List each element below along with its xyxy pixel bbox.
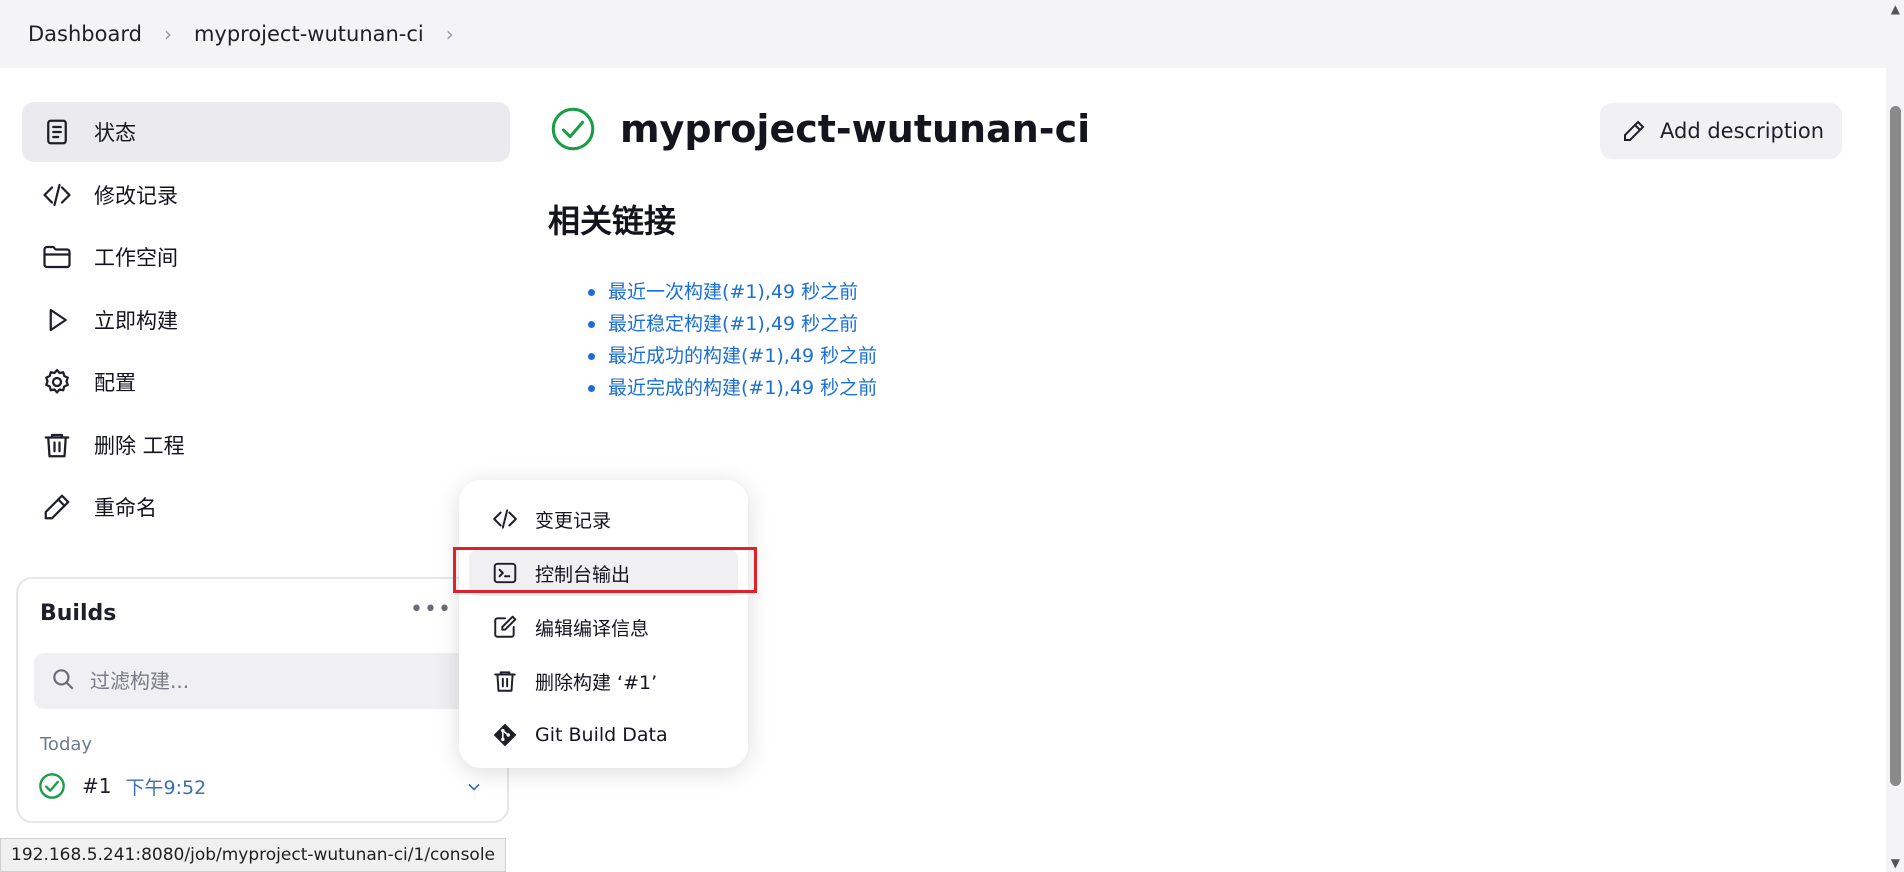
scroll-thumb[interactable] bbox=[1890, 106, 1901, 786]
git-icon bbox=[491, 721, 519, 749]
code-icon bbox=[40, 178, 74, 212]
list-item: 最近稳定构建(#1),49 秒之前 bbox=[587, 308, 877, 340]
build-number[interactable]: #1 bbox=[82, 774, 111, 798]
folder-icon bbox=[40, 240, 74, 274]
code-icon bbox=[491, 505, 519, 533]
scrollbar[interactable]: ▲ ▼ bbox=[1886, 0, 1904, 872]
list-item: 最近一次构建(#1),49 秒之前 bbox=[587, 276, 877, 308]
build-row[interactable]: #1 下午9:52 bbox=[38, 772, 206, 800]
breadcrumb-project[interactable]: myproject-wutunan-ci bbox=[194, 22, 424, 46]
build-group-label: Today bbox=[40, 734, 93, 755]
sidebar-item-label: 工作空间 bbox=[94, 246, 178, 270]
page-title: myproject-wutunan-ci bbox=[620, 107, 1091, 151]
menu-item-edit-build-info[interactable]: 编辑编译信息 bbox=[469, 604, 738, 650]
sidebar-item-workspace[interactable]: 工作空间 bbox=[22, 227, 510, 287]
build-time[interactable]: 下午9:52 bbox=[125, 773, 206, 800]
edit-icon bbox=[491, 613, 519, 641]
add-description-button[interactable]: Add description bbox=[1600, 103, 1842, 159]
build-context-menu: 变更记录 控制台输出 编辑编译信息 删除构建 ‘#1’ Git Build Da… bbox=[459, 480, 748, 768]
pencil-icon bbox=[40, 490, 74, 524]
menu-item-label: 控制台输出 bbox=[535, 563, 631, 586]
sidebar-item-label: 配置 bbox=[94, 371, 136, 395]
trash-icon bbox=[40, 428, 74, 462]
search-icon bbox=[50, 666, 76, 696]
link-last-successful-build[interactable]: 最近成功的构建(#1),49 秒之前 bbox=[608, 345, 877, 367]
link-last-stable-build[interactable]: 最近稳定构建(#1),49 秒之前 bbox=[608, 313, 858, 335]
pencil-icon bbox=[1624, 120, 1645, 141]
filter-box bbox=[34, 653, 494, 709]
breadcrumb-chevron-icon[interactable]: › bbox=[446, 22, 454, 46]
document-icon bbox=[40, 115, 74, 149]
menu-item-git-build-data[interactable]: Git Build Data bbox=[469, 712, 738, 758]
sidebar: 状态 修改记录 工作空间 立即构建 配置 删除 工程 重命名 bbox=[22, 102, 510, 540]
sidebar-item-label: 立即构建 bbox=[94, 308, 178, 333]
success-check-icon bbox=[39, 773, 65, 799]
related-links-list: 最近一次构建(#1),49 秒之前 最近稳定构建(#1),49 秒之前 最近成功… bbox=[587, 276, 877, 404]
terminal-icon bbox=[491, 559, 519, 587]
sidebar-item-label: 修改记录 bbox=[94, 183, 178, 208]
sidebar-item-build-now[interactable]: 立即构建 bbox=[22, 290, 510, 350]
trash-icon bbox=[491, 667, 519, 695]
menu-item-changes[interactable]: 变更记录 bbox=[469, 496, 738, 542]
filter-builds-input[interactable] bbox=[90, 669, 430, 693]
status-bar-url: 192.168.5.241:8080/job/myproject-wutunan… bbox=[0, 838, 507, 872]
play-icon bbox=[40, 303, 74, 337]
sidebar-item-delete-project[interactable]: 删除 工程 bbox=[22, 415, 510, 475]
menu-item-label: 编辑编译信息 bbox=[535, 617, 650, 640]
sidebar-item-label: 状态 bbox=[94, 121, 136, 145]
link-last-completed-build[interactable]: 最近完成的构建(#1),49 秒之前 bbox=[608, 377, 877, 399]
sidebar-item-label: 删除 工程 bbox=[94, 433, 185, 458]
menu-item-delete-build[interactable]: 删除构建 ‘#1’ bbox=[469, 658, 738, 704]
scroll-up-arrow-icon[interactable]: ▲ bbox=[1891, 2, 1900, 16]
sidebar-item-changes[interactable]: 修改记录 bbox=[22, 165, 510, 225]
sidebar-item-status[interactable]: 状态 bbox=[22, 102, 510, 162]
list-item: 最近成功的构建(#1),49 秒之前 bbox=[587, 340, 877, 372]
chevron-down-icon[interactable] bbox=[464, 777, 484, 797]
list-item: 最近完成的构建(#1),49 秒之前 bbox=[587, 372, 877, 404]
scroll-down-arrow-icon[interactable]: ▼ bbox=[1891, 856, 1900, 870]
sidebar-item-rename[interactable]: 重命名 bbox=[22, 477, 510, 537]
success-status-icon bbox=[551, 107, 595, 151]
builds-title: Builds bbox=[40, 601, 117, 626]
menu-item-label: Git Build Data bbox=[535, 724, 668, 746]
menu-item-label: 变更记录 bbox=[535, 509, 612, 532]
link-last-build[interactable]: 最近一次构建(#1),49 秒之前 bbox=[608, 281, 858, 303]
menu-item-console-output[interactable]: 控制台输出 bbox=[469, 550, 738, 596]
page-header: myproject-wutunan-ci bbox=[550, 106, 1090, 152]
sidebar-item-configure[interactable]: 配置 bbox=[22, 352, 510, 412]
sidebar-item-label: 重命名 bbox=[94, 496, 157, 520]
related-links-heading: 相关链接 bbox=[548, 202, 677, 240]
more-options-icon[interactable]: ••• bbox=[410, 597, 452, 622]
breadcrumb: Dashboard › myproject-wutunan-ci › bbox=[0, 0, 1886, 68]
breadcrumb-dashboard[interactable]: Dashboard bbox=[28, 22, 142, 46]
add-description-label: Add description bbox=[1660, 119, 1825, 143]
menu-item-label: 删除构建 ‘#1’ bbox=[535, 671, 658, 694]
breadcrumb-separator-icon: › bbox=[163, 22, 172, 46]
builds-panel: Builds ••• Today #1 下午9:52 bbox=[16, 577, 509, 823]
gear-icon bbox=[40, 365, 74, 399]
